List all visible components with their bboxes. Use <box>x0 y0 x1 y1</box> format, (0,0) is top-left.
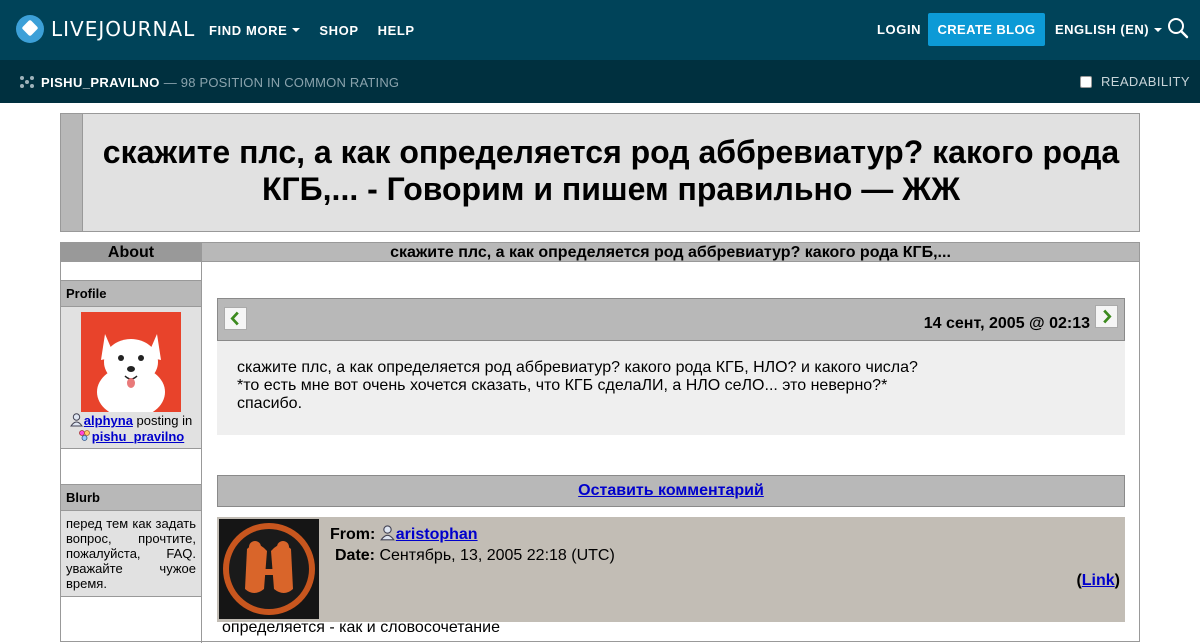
community-link[interactable]: pishu_pravilno <box>92 429 184 444</box>
arrow-right-icon[interactable] <box>1095 305 1118 328</box>
date-label: Date: <box>335 547 376 564</box>
create-blog-button[interactable]: CREATE BLOG <box>928 13 1045 46</box>
sidebar-heading: About <box>61 243 201 262</box>
from-label: From: <box>330 526 376 543</box>
comment: From: aristophan Date: Сентябрь, 13, 200… <box>217 517 1125 622</box>
nav-shop[interactable]: SHOP <box>319 23 358 38</box>
community-name-link[interactable]: PISHU_PRAVILNO <box>41 75 160 90</box>
top-navigation-bar: LIVEJOURNAL FIND MORE SHOP HELP LOGIN CR… <box>0 0 1200 60</box>
community-icon <box>20 76 34 88</box>
comment-from: From: aristophan <box>330 525 478 544</box>
comment-permalink[interactable]: Link <box>1082 572 1115 589</box>
entry-date: 14 сент, 2005 @ 02:13 <box>923 315 1090 332</box>
leave-comment-bar: Оставить комментарий <box>217 475 1125 507</box>
title-side-strip <box>61 114 83 231</box>
page-title: скажите плс, а как определяется род аббр… <box>102 134 1120 207</box>
language-selector[interactable]: ENGLISH (EN) <box>1055 22 1163 37</box>
comment-text: определяется - как и словосочетание <box>222 619 500 636</box>
nav-find-more[interactable]: FIND MORE <box>209 22 301 38</box>
nav-help[interactable]: HELP <box>378 23 415 38</box>
community-rating: — 98 POSITION IN COMMON RATING <box>163 75 400 90</box>
entry-body: скажите плс, а как определяется род аббр… <box>217 341 1125 435</box>
livejournal-logo-icon <box>16 15 44 43</box>
comment-link: (Link) <box>1076 572 1120 589</box>
entry-line: спасибо. <box>237 395 303 412</box>
readability-checkbox[interactable] <box>1080 75 1092 88</box>
user-icon <box>379 525 395 541</box>
blurb-heading: Blurb <box>61 485 201 511</box>
sidebar-spacer <box>61 262 201 281</box>
profile-panel: alphyna posting in pishu_pravilno <box>61 307 201 449</box>
entry-line: скажите плс, а как определяется род аббр… <box>237 359 918 376</box>
entry-header-bar: 14 сент, 2005 @ 02:13 <box>217 298 1125 341</box>
comment-author-link[interactable]: aristophan <box>396 526 478 543</box>
entry-heading: скажите плс, а как определяется род аббр… <box>202 243 1139 262</box>
community-bar: PISHU_PRAVILNO — 98 POSITION IN COMMON RA… <box>0 60 1200 103</box>
comment-date: Date: Сентябрь, 13, 2005 22:18 (UTC) <box>335 547 615 565</box>
nav-find-more-label: FIND MORE <box>209 22 288 38</box>
page-title-box: скажите плс, а как определяется род аббр… <box>60 113 1140 232</box>
community-title: PISHU_PRAVILNO — 98 POSITION IN COMMON RA… <box>41 75 399 90</box>
language-label: ENGLISH (EN) <box>1055 22 1150 37</box>
comment-date-value: Сентябрь, 13, 2005 22:18 (UTC) <box>379 547 615 564</box>
community-user-icon <box>78 430 90 441</box>
search-icon[interactable] <box>1167 17 1189 39</box>
posting-in-text: posting in <box>136 413 193 428</box>
nav-shop-label: SHOP <box>319 22 359 38</box>
user-icon <box>69 413 83 427</box>
livejournal-logo[interactable]: LIVEJOURNAL <box>16 15 195 43</box>
leave-comment-link[interactable]: Оставить комментарий <box>578 482 764 499</box>
sidebar-spacer-2 <box>61 449 201 485</box>
chevron-down-icon <box>1154 27 1163 32</box>
posting-info: alphyna posting in pishu_pravilno <box>61 413 201 445</box>
readability-label: READABILITY <box>1101 74 1190 89</box>
login-link[interactable]: LOGIN <box>877 22 921 37</box>
profile-heading: Profile <box>61 281 201 307</box>
main-nav: FIND MORE SHOP HELP <box>209 0 434 60</box>
nav-help-label: HELP <box>377 22 415 38</box>
logo-text: LIVEJOURNAL <box>51 17 196 41</box>
poster-link[interactable]: alphyna <box>84 413 133 428</box>
arrow-left-icon[interactable] <box>224 307 247 330</box>
readability-toggle[interactable]: READABILITY <box>1080 74 1190 89</box>
user-avatar[interactable] <box>81 312 181 412</box>
chevron-down-icon <box>292 28 301 32</box>
main-table: About Profile alphyna posting in pishu_p… <box>60 242 1140 643</box>
entry-content: скажите плс, а как определяется род аббр… <box>202 243 1139 643</box>
entry-line: *то есть мне вот очень хочется сказать, … <box>237 377 888 394</box>
sidebar: About Profile alphyna posting in pishu_p… <box>61 243 202 643</box>
commenter-avatar[interactable] <box>219 519 319 619</box>
blurb-text: перед тем как задать вопрос, прочтите, п… <box>61 511 201 597</box>
